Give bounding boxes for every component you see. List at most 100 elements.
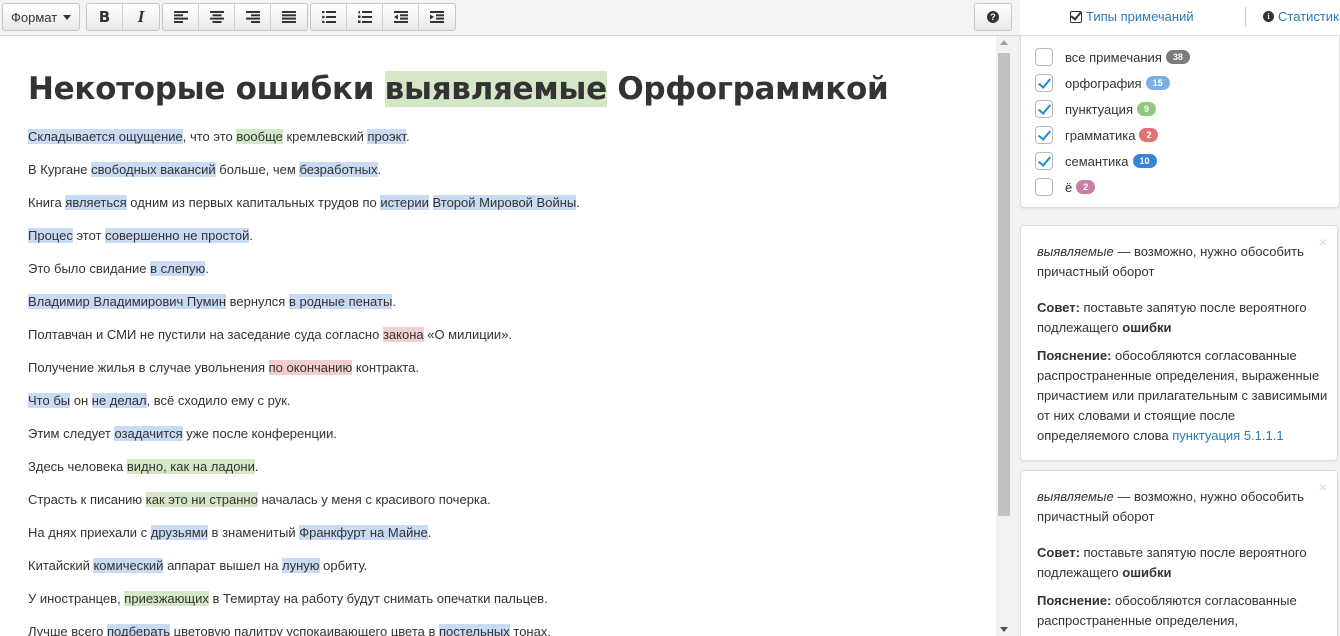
error-highlight-blue[interactable]: совершенно не простой — [105, 228, 250, 243]
text-line: Процес этот совершенно не простой. — [28, 226, 253, 246]
text-fragment: вернулся — [226, 294, 289, 309]
note-card[interactable]: × выявляемые — возможно, нужно обособить … — [1020, 470, 1338, 636]
text-fragment: контракта. — [352, 360, 419, 375]
text-line: Этим следует озадачится уже после конфер… — [28, 424, 337, 444]
error-highlight-blue[interactable]: являеться — [65, 195, 127, 210]
bold-button[interactable]: B — [87, 4, 123, 30]
error-highlight-blue[interactable]: подберать — [107, 624, 171, 636]
text-fragment: Лучше всего — [28, 624, 108, 636]
filter-row[interactable]: пунктуация 9 — [1035, 99, 1156, 119]
error-highlight-blue[interactable]: проэкт — [367, 129, 406, 144]
align-justify-icon — [282, 11, 296, 23]
bold-icon: B — [98, 8, 111, 26]
error-highlight-blue[interactable]: в слепую — [150, 261, 206, 276]
note-advice: Совет: поставьте запятую после вероятног… — [1037, 298, 1329, 338]
error-highlight-red[interactable]: по окончанию — [268, 360, 353, 375]
error-highlight-blue[interactable]: безработных — [299, 162, 378, 177]
error-highlight-blue[interactable]: Владимир Владимирович Пумин — [28, 294, 226, 309]
error-highlight-blue[interactable]: Процес — [28, 228, 73, 243]
filter-row[interactable]: грамматика 2 — [1035, 125, 1159, 145]
title-highlight[interactable]: выявляемые — [384, 71, 607, 107]
editor-scrollbar[interactable] — [996, 36, 1012, 636]
text-fragment: . — [205, 261, 209, 276]
error-highlight-blue[interactable]: истерии — [380, 195, 429, 210]
note-types-link[interactable]: Типы примечаний — [1070, 9, 1194, 24]
text-fragment — [429, 195, 433, 210]
rule-link[interactable]: пунктуация 5.1.1.1 — [1172, 428, 1283, 443]
filter-label: ё — [1065, 179, 1073, 195]
filter-label: семантика — [1065, 153, 1129, 169]
filter-checkbox[interactable] — [1035, 74, 1053, 92]
error-highlight-green[interactable]: приезжающих — [124, 591, 209, 606]
align-center-icon — [209, 11, 224, 23]
filter-row[interactable]: орфография 15 — [1035, 73, 1170, 93]
scroll-thumb[interactable] — [998, 53, 1010, 516]
text-fragment: Книга — [28, 195, 66, 210]
document-editor[interactable]: Некоторые ошибки выявляемые Орфограммкой… — [0, 36, 996, 636]
filter-checkbox[interactable] — [1035, 100, 1053, 118]
error-highlight-blue[interactable]: Что бы — [28, 393, 71, 408]
text-fragment: он — [70, 393, 92, 408]
title-part: Некоторые ошибки — [28, 71, 385, 107]
indent-button[interactable] — [419, 4, 455, 30]
filter-row[interactable]: все примечания 38 — [1035, 47, 1190, 67]
text-line: Лучше всего подберать цветовую палитру у… — [28, 622, 551, 636]
checkbox-icon — [1070, 10, 1082, 23]
numbered-list-button[interactable] — [347, 4, 383, 30]
text-fragment: больше, чем — [215, 162, 300, 177]
italic-button[interactable]: I — [123, 4, 159, 30]
error-highlight-blue[interactable]: Франкфурт на Майне — [299, 525, 428, 540]
statistics-label: Статистика — [1278, 9, 1340, 24]
filter-checkbox[interactable] — [1035, 126, 1053, 144]
error-highlight-blue[interactable]: друзьями — [150, 525, 208, 540]
statistics-link[interactable]: i Статистика — [1263, 9, 1340, 24]
note-types-label: Типы примечаний — [1086, 9, 1194, 24]
filter-checkbox[interactable] — [1035, 178, 1053, 196]
error-highlight-blue[interactable]: озадачится — [114, 426, 183, 441]
text-fragment: . — [249, 228, 254, 243]
align-left-icon — [173, 11, 188, 23]
title-part: Орфограммкой — [606, 71, 889, 107]
error-highlight-blue[interactable]: свободных вакансий — [91, 162, 216, 177]
align-right-button[interactable] — [235, 4, 271, 30]
error-highlight-green[interactable]: вообще — [236, 129, 283, 144]
error-highlight-blue[interactable]: луную — [282, 558, 320, 573]
help-button[interactable]: ? — [975, 4, 1011, 30]
advice-label: Совет: — [1037, 545, 1080, 560]
text-fragment: . — [392, 294, 396, 309]
error-highlight-blue[interactable]: постельных — [439, 624, 510, 636]
bullet-list-button[interactable] — [311, 4, 347, 30]
filter-checkbox[interactable] — [1035, 48, 1053, 66]
scroll-down-icon[interactable] — [1000, 627, 1008, 632]
error-highlight-blue[interactable]: комический — [93, 558, 164, 573]
error-highlight-blue[interactable]: в родные пенаты — [288, 294, 393, 309]
text-line: Полтавчан и СМИ не пустили на заседание … — [28, 325, 512, 345]
error-highlight-red[interactable]: закона — [382, 327, 424, 342]
outdent-button[interactable] — [383, 4, 419, 30]
filter-checkbox[interactable] — [1035, 152, 1053, 170]
advice-bold: ошибки — [1122, 565, 1172, 580]
error-highlight-green[interactable]: видно, как на ладони — [126, 459, 255, 474]
error-highlight-blue[interactable]: не делал — [91, 393, 147, 408]
format-dropdown[interactable]: Формат — [3, 4, 79, 30]
advice-label: Совет: — [1037, 300, 1080, 315]
text-fragment: в Темиртау на работу будут снимать опеча… — [208, 591, 548, 606]
text-fragment: В Кургане — [28, 162, 92, 177]
note-card[interactable]: × выявляемые — возможно, нужно обособить … — [1020, 225, 1338, 461]
filter-row[interactable]: ё2 — [1035, 177, 1096, 197]
error-highlight-blue[interactable]: Второй Мировой Войны — [432, 195, 577, 210]
error-highlight-blue[interactable]: Складывается ощущение — [28, 129, 183, 144]
filter-row[interactable]: семантика 10 — [1035, 151, 1157, 171]
align-center-button[interactable] — [199, 4, 235, 30]
text-fragment: Получение жилья в случае увольнения — [28, 360, 269, 375]
align-right-icon — [245, 11, 260, 23]
text-line: Здесь человека видно, как на ладони. — [28, 457, 259, 477]
filter-label: орфография — [1065, 75, 1142, 91]
scroll-up-icon[interactable] — [1000, 40, 1008, 45]
align-left-button[interactable] — [163, 4, 199, 30]
filter-label: пунктуация — [1065, 101, 1133, 117]
count-badge: 38 — [1165, 50, 1190, 64]
count-badge: 2 — [1076, 180, 1096, 194]
error-highlight-green[interactable]: как это ни странно — [145, 492, 258, 507]
align-justify-button[interactable] — [271, 4, 307, 30]
